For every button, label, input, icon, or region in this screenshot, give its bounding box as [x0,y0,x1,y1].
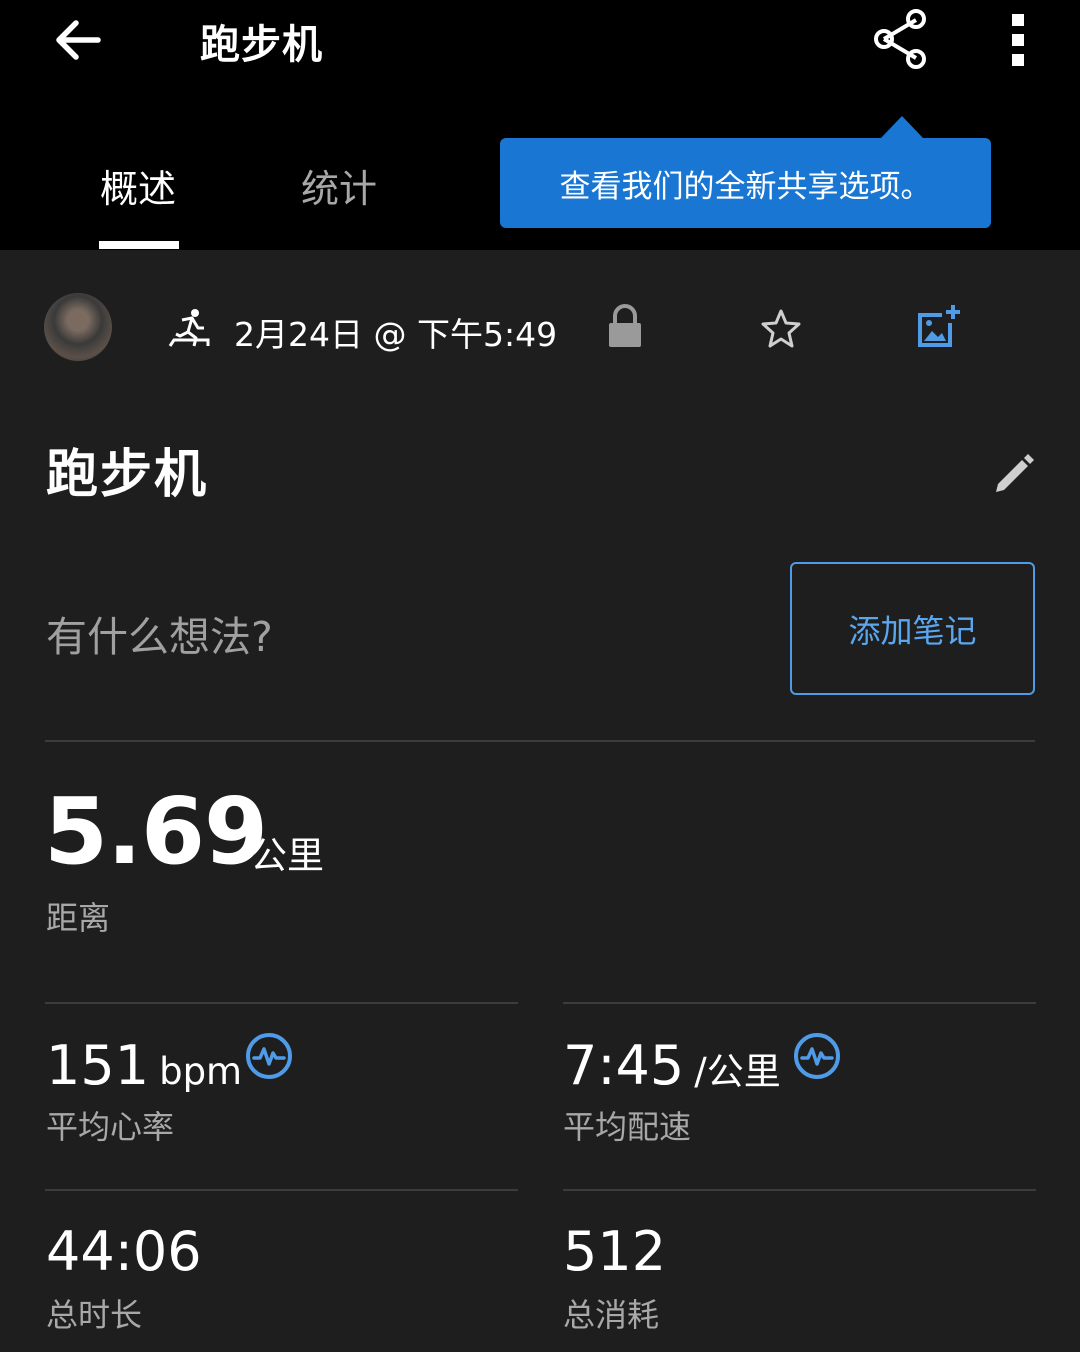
tab-indicator [99,241,179,249]
avg-heart-rate-label: 平均心率 [46,1108,175,1146]
more-vertical-icon [1012,14,1024,66]
distance-unit: 公里 [250,834,324,877]
back-button[interactable] [48,10,108,70]
arrow-left-icon [56,20,101,60]
activity-detail-screen: 跑步机 概述 统计 查看我们的全新共享选项。 2月24日 @ 下午5:49 跑步… [0,0,1080,1352]
edit-name-button[interactable] [990,448,1038,496]
favorite-button[interactable] [758,306,804,352]
notes-prompt: 有什么想法? [46,613,273,661]
heart-pulse-badge-icon[interactable] [244,1031,294,1081]
lock-icon[interactable] [605,303,645,349]
heart-pulse-badge-icon[interactable] [792,1031,842,1081]
calories-label: 总消耗 [563,1296,660,1334]
avg-pace-label: 平均配速 [563,1108,692,1146]
add-photo-icon [918,305,960,347]
tab-stats[interactable]: 统计 [301,158,377,213]
divider [563,1002,1036,1004]
avg-pace-unit: /公里 [694,1050,781,1093]
distance-label: 距离 [46,899,111,937]
avg-heart-rate-unit: bpm [159,1050,243,1093]
activity-name: 跑步机 [46,445,209,505]
share-button[interactable] [868,6,934,72]
treadmill-running-icon [168,306,212,350]
share-icon [874,9,926,69]
add-photo-button[interactable] [914,303,962,351]
share-tooltip[interactable]: 查看我们的全新共享选项。 [500,138,991,228]
distance-value: 5.69 [44,778,268,885]
page-title: 跑步机 [200,22,323,68]
avg-heart-rate-number: 151 [46,1034,150,1097]
avg-heart-rate-value: 151 bpm [46,1034,242,1097]
star-outline-icon [761,309,801,348]
tab-overview[interactable]: 概述 [100,158,176,213]
app-bar: 跑步机 概述 统计 查看我们的全新共享选项。 [0,0,1080,250]
pencil-icon [996,454,1034,492]
divider [45,1189,518,1191]
avatar[interactable] [44,293,112,361]
avg-pace-value: 7:45/公里 [563,1034,781,1097]
tooltip-arrow [880,116,924,139]
calories-value: 512 [563,1220,667,1283]
activity-date: 2月24日 @ 下午5:49 [234,315,558,354]
total-time-label: 总时长 [46,1296,143,1334]
avg-pace-number: 7:45 [563,1034,685,1097]
divider [45,1002,518,1004]
total-time-value: 44:06 [46,1220,202,1283]
divider [563,1189,1036,1191]
add-note-button[interactable]: 添加笔记 [790,562,1035,695]
more-options-button[interactable] [994,8,1042,72]
divider [45,740,1035,742]
